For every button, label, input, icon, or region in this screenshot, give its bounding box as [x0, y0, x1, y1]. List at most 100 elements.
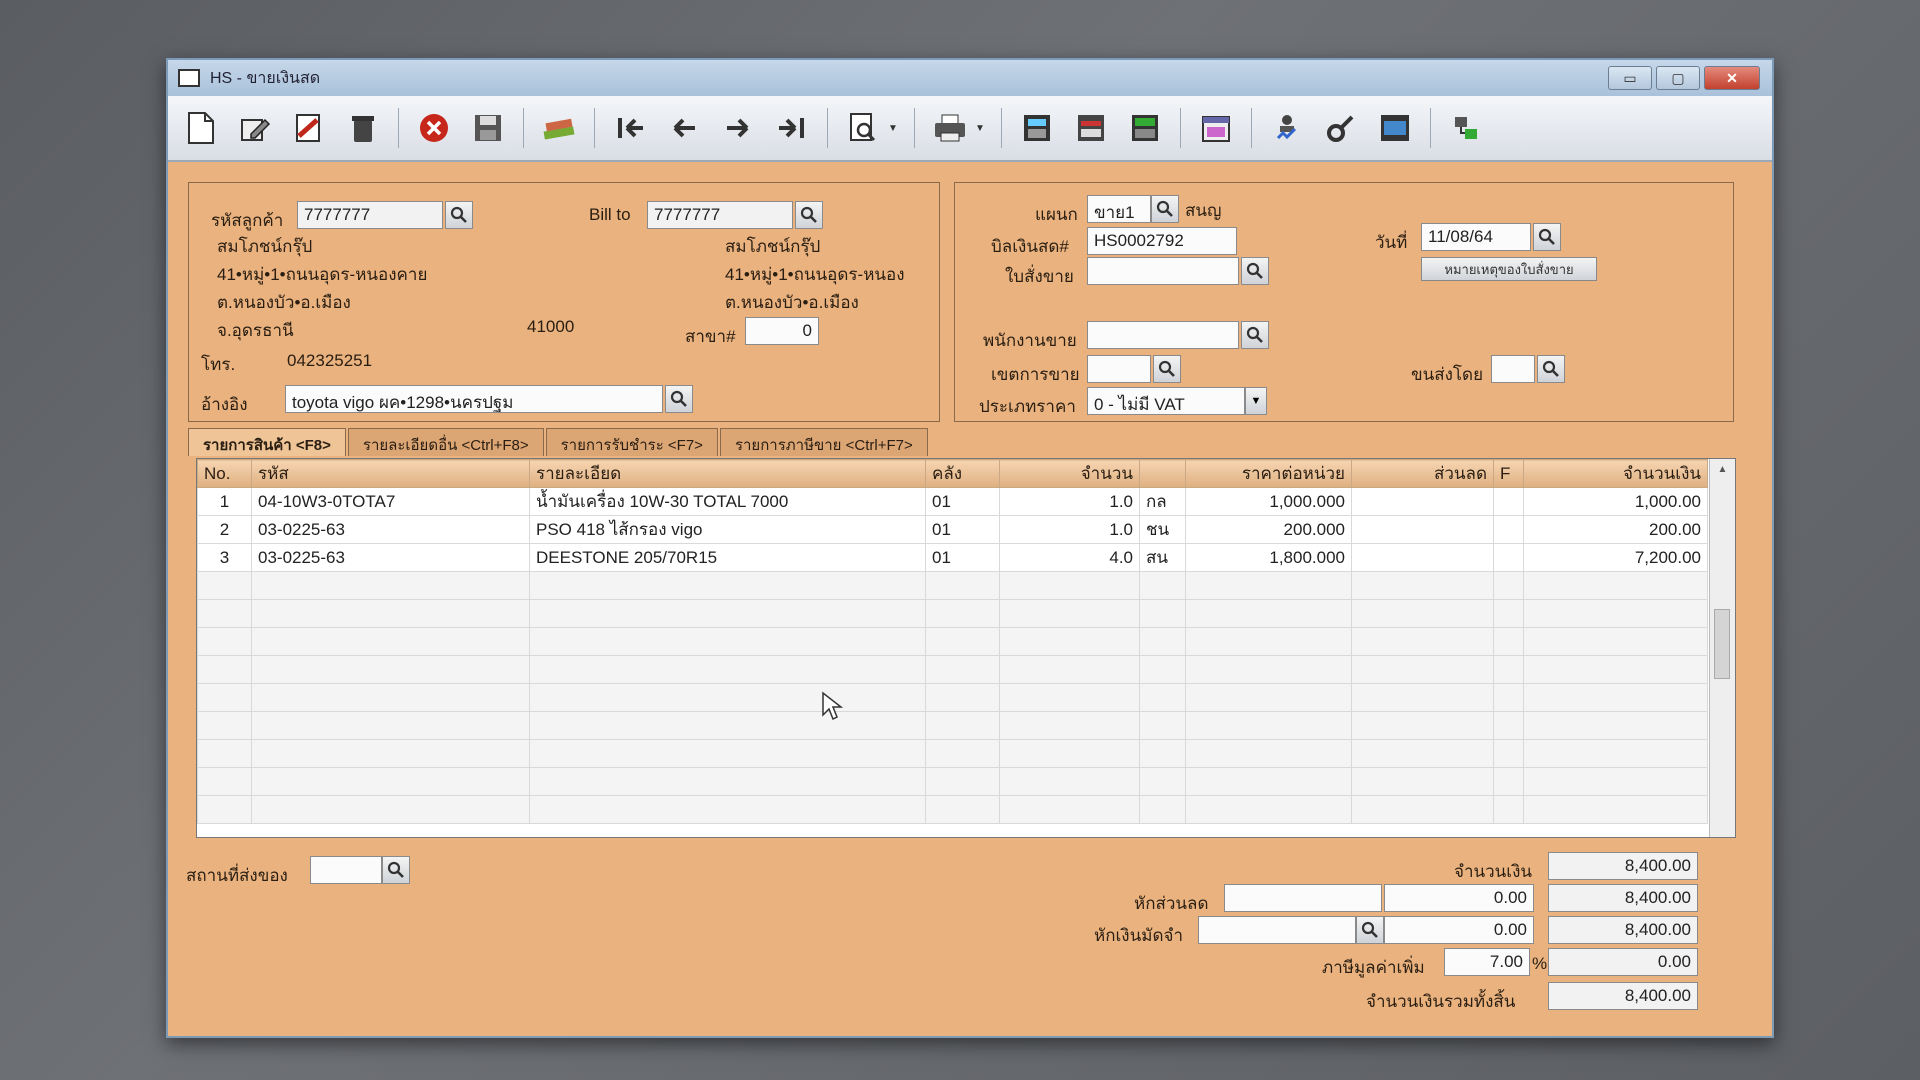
table-row[interactable]	[197, 599, 1708, 628]
bill-to-field[interactable]: 7777777	[647, 201, 793, 229]
ship-by-field[interactable]	[1491, 355, 1535, 383]
cell-flag[interactable]	[1493, 515, 1524, 544]
table-row[interactable]: 2 03-0225-63 PSO 418 ไส้กรอง vigo 01 1.0…	[197, 515, 1708, 544]
column-header-quantity[interactable]: จำนวน	[999, 459, 1140, 488]
cell-description[interactable]: น้ำมันเครื่อง 10W-30 TOTAL 7000	[529, 487, 926, 516]
discount-field[interactable]: 0.00	[1384, 884, 1534, 912]
table-row[interactable]	[197, 795, 1708, 824]
trash-icon[interactable]	[340, 105, 386, 151]
cell-flag[interactable]	[1493, 543, 1524, 572]
cell-unit[interactable]: กล	[1139, 487, 1186, 516]
column-header-warehouse[interactable]: คลัง	[925, 459, 1000, 488]
chevron-down-icon[interactable]: ▼	[1245, 387, 1267, 415]
cell-warehouse[interactable]: 01	[925, 543, 1000, 572]
sales-order-field[interactable]	[1087, 257, 1239, 285]
calendar-icon[interactable]	[1193, 105, 1239, 151]
search-icon[interactable]	[1241, 257, 1269, 285]
table-row[interactable]: 1 04-10W3-0TOTA7 น้ำมันเครื่อง 10W-30 TO…	[197, 487, 1708, 516]
cell-no[interactable]: 1	[197, 487, 252, 516]
salesman-field[interactable]	[1087, 321, 1239, 349]
last-record-icon[interactable]	[769, 105, 815, 151]
cell-warehouse[interactable]: 01	[925, 515, 1000, 544]
cell-code[interactable]: 03-0225-63	[251, 515, 530, 544]
vertical-scrollbar[interactable]: ▲	[1709, 459, 1735, 837]
price-type-select[interactable]: 0 - ไม่มี VAT	[1087, 387, 1245, 415]
tools-icon[interactable]	[1318, 105, 1364, 151]
table-row[interactable]	[197, 571, 1708, 600]
customer-code-field[interactable]: 7777777	[297, 201, 443, 229]
chevron-down-icon[interactable]: ▼	[888, 123, 902, 134]
books-icon[interactable]	[536, 105, 582, 151]
cell-unit[interactable]: สน	[1139, 543, 1186, 572]
minimize-button[interactable]: ▭	[1608, 66, 1652, 90]
prev-record-icon[interactable]	[661, 105, 707, 151]
cell-unit[interactable]: ชน	[1139, 515, 1186, 544]
ok-icon[interactable]	[1372, 105, 1418, 151]
cell-discount[interactable]	[1351, 487, 1494, 516]
close-button[interactable]: ✕	[1704, 66, 1760, 90]
cell-amount[interactable]: 7,200.00	[1523, 543, 1708, 572]
column-header-no[interactable]: No.	[197, 459, 252, 488]
cancel-icon[interactable]	[411, 105, 457, 151]
approve-icon[interactable]	[1264, 105, 1310, 151]
calculator-icon[interactable]	[1014, 105, 1060, 151]
discount-code-field[interactable]	[1224, 884, 1382, 912]
tab-payments[interactable]: รายการรับชำระ <F7>	[545, 428, 718, 456]
search-icon[interactable]	[665, 385, 693, 413]
cell-description[interactable]: PSO 418 ไส้กรอง vigo	[529, 515, 926, 544]
cell-no[interactable]: 3	[197, 543, 252, 572]
chevron-down-icon[interactable]: ▼	[975, 123, 989, 134]
save-icon[interactable]	[465, 105, 511, 151]
search-doc-icon[interactable]	[840, 105, 886, 151]
vat-rate-field[interactable]: 7.00	[1444, 948, 1530, 976]
maximize-button[interactable]: ▢	[1656, 66, 1700, 90]
reference-field[interactable]: toyota vigo ผค•1298•นครปฐม	[285, 385, 663, 413]
order-note-button[interactable]: หมายเหตุของใบสั่งขาย	[1421, 257, 1597, 281]
first-record-icon[interactable]	[607, 105, 653, 151]
table-row[interactable]	[197, 711, 1708, 740]
search-icon[interactable]	[1151, 195, 1179, 223]
tab-sales-tax[interactable]: รายการภาษีขาย <Ctrl+F7>	[719, 428, 928, 456]
cell-flag[interactable]	[1493, 487, 1524, 516]
void-icon[interactable]	[286, 105, 332, 151]
search-icon[interactable]	[1241, 321, 1269, 349]
cell-quantity[interactable]: 1.0	[999, 487, 1140, 516]
scrollbar-thumb[interactable]	[1714, 609, 1730, 679]
search-icon[interactable]	[1153, 355, 1181, 383]
column-header-discount[interactable]: ส่วนลด	[1351, 459, 1494, 488]
deposit-field[interactable]: 0.00	[1384, 916, 1534, 944]
table-row[interactable]	[197, 655, 1708, 684]
cell-quantity[interactable]: 4.0	[999, 543, 1140, 572]
table-row[interactable]	[197, 683, 1708, 712]
cell-code[interactable]: 03-0225-63	[251, 543, 530, 572]
cell-no[interactable]: 2	[197, 515, 252, 544]
title-bar[interactable]: HS - ขายเงินสด ▭ ▢ ✕	[168, 60, 1772, 96]
table-row[interactable]	[197, 739, 1708, 768]
edit-icon[interactable]	[232, 105, 278, 151]
cell-unit-price[interactable]: 1,800.000	[1185, 543, 1352, 572]
column-header-amount[interactable]: จำนวนเงิน	[1523, 459, 1708, 488]
search-icon[interactable]	[445, 201, 473, 229]
column-header-unit[interactable]	[1139, 459, 1186, 488]
deposit-code-field[interactable]	[1198, 916, 1356, 944]
search-icon[interactable]	[382, 856, 410, 884]
cell-unit-price[interactable]: 1,000.000	[1185, 487, 1352, 516]
sales-area-field[interactable]	[1087, 355, 1151, 383]
cell-code[interactable]: 04-10W3-0TOTA7	[251, 487, 530, 516]
cell-amount[interactable]: 1,000.00	[1523, 487, 1708, 516]
search-icon[interactable]	[1356, 916, 1384, 944]
date-field[interactable]: 11/08/64	[1421, 223, 1531, 251]
table-row[interactable]	[197, 627, 1708, 656]
cell-unit-price[interactable]: 200.000	[1185, 515, 1352, 544]
cell-amount[interactable]: 200.00	[1523, 515, 1708, 544]
column-header-flag[interactable]: F	[1493, 459, 1524, 488]
column-header-code[interactable]: รหัส	[251, 459, 530, 488]
search-icon[interactable]	[795, 201, 823, 229]
search-icon[interactable]	[1537, 355, 1565, 383]
new-doc-icon[interactable]	[178, 105, 224, 151]
cell-discount[interactable]	[1351, 543, 1494, 572]
search-icon[interactable]	[1533, 223, 1561, 251]
department-field[interactable]: ขาย1	[1087, 195, 1151, 223]
cell-discount[interactable]	[1351, 515, 1494, 544]
table-row[interactable]	[197, 767, 1708, 796]
